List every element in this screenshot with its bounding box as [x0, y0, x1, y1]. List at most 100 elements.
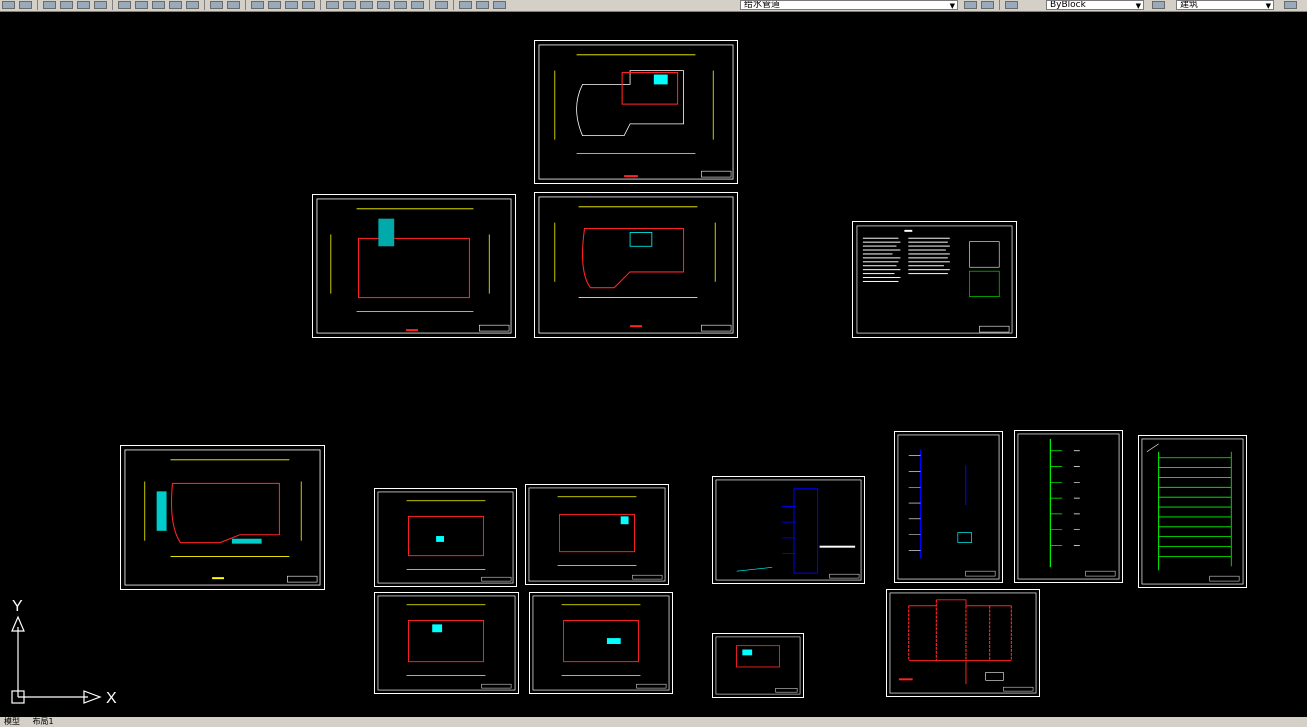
title-block — [979, 325, 1010, 333]
drawing-sheet-riser-diagram[interactable] — [712, 476, 865, 584]
zoom-window-icon[interactable] — [285, 1, 298, 9]
floor-branches — [1158, 457, 1232, 557]
block-editor-icon[interactable] — [186, 1, 199, 9]
drawing-sheet-floor-plan[interactable] — [534, 40, 738, 184]
plot-preview-icon[interactable] — [60, 1, 73, 9]
drawing-sheet-floor-plan[interactable] — [534, 192, 738, 338]
fixture-block — [629, 232, 653, 247]
drawing-sheet-floor-plan[interactable] — [120, 445, 325, 590]
layer-state-icon[interactable] — [476, 1, 489, 9]
tool-palettes-icon[interactable] — [360, 1, 373, 9]
fixture-block — [620, 516, 629, 525]
title-block — [775, 688, 798, 693]
zoom-previous-icon[interactable] — [302, 1, 315, 9]
make-current-layer-icon[interactable] — [964, 1, 977, 9]
pan-icon[interactable] — [251, 1, 264, 9]
drawing-sheet-floor-plan[interactable] — [374, 488, 517, 587]
fixture-block — [606, 638, 621, 644]
loop-pipes — [908, 599, 1012, 662]
drainage-riser-drawing — [1017, 433, 1120, 580]
dimension-style-icon[interactable] — [1284, 1, 1297, 9]
markup-icon[interactable] — [394, 1, 407, 9]
riser-diagram-drawing — [897, 434, 1000, 580]
legend-table — [969, 241, 1000, 268]
etransmit-icon[interactable] — [94, 1, 107, 9]
inner-frame — [377, 595, 516, 691]
notes-text-lines — [862, 237, 950, 282]
paste-icon[interactable] — [152, 1, 165, 9]
inner-frame — [1141, 438, 1244, 585]
fixture-block — [653, 74, 668, 85]
riser-pipes — [908, 599, 1012, 661]
publish-icon[interactable] — [77, 1, 90, 9]
linetype-icon[interactable] — [1005, 1, 1018, 9]
sheet-set-icon[interactable] — [377, 1, 390, 9]
level-labels — [1073, 450, 1080, 546]
ucs-x-label: X — [106, 690, 117, 707]
title-block — [1209, 575, 1240, 582]
branch-pipes — [1050, 450, 1063, 546]
style-dropdown[interactable]: 建筑 ▼ — [1176, 0, 1274, 10]
quickcalc-icon[interactable] — [411, 1, 424, 9]
title-block — [701, 170, 732, 178]
drawing-sheet-riser-diagram[interactable] — [894, 431, 1003, 583]
cut-icon[interactable] — [118, 1, 131, 9]
drawing-sheet-floor-plan[interactable] — [374, 592, 519, 694]
copy-icon[interactable] — [135, 1, 148, 9]
design-center-icon[interactable] — [343, 1, 356, 9]
inner-frame — [316, 198, 512, 334]
open-file-icon[interactable] — [19, 1, 32, 9]
toolbar-separator — [999, 0, 1000, 10]
redo-icon[interactable] — [227, 1, 240, 9]
zoom-realtime-icon[interactable] — [268, 1, 281, 9]
drawing-sheet-drainage-riser[interactable] — [1014, 430, 1123, 583]
inner-frame — [528, 487, 666, 582]
tab-layout-1[interactable]: 布局1 — [33, 717, 54, 726]
fixture-block — [742, 649, 753, 656]
toolbar-separator — [204, 0, 205, 10]
title-block — [287, 575, 318, 583]
floor-plan-drawing — [528, 487, 666, 582]
fixture-block — [432, 624, 443, 633]
drawing-sheet-floor-plan[interactable] — [312, 194, 516, 338]
toolbar-separator — [112, 0, 113, 10]
layer-visibility-icon[interactable] — [493, 1, 506, 9]
drawing-sheet-design-notes[interactable] — [852, 221, 1017, 338]
toolbar-separator — [37, 0, 38, 10]
drawing-sheet-drainage-system[interactable] — [1138, 435, 1247, 588]
style-dropdown-value: 建筑 — [1180, 0, 1199, 10]
drawing-sheet-floor-plan[interactable] — [529, 592, 673, 694]
detail-drawing — [715, 636, 801, 695]
floor-plan-drawing — [538, 196, 734, 334]
text-style-icon[interactable] — [1152, 1, 1165, 9]
undo-icon[interactable] — [210, 1, 223, 9]
sheet-title — [212, 577, 224, 580]
new-file-icon[interactable] — [2, 1, 15, 9]
annotation-text — [819, 545, 856, 548]
title-block — [701, 324, 732, 332]
layer-dropdown[interactable]: 给水管道 ▼ — [740, 0, 958, 10]
properties-icon[interactable] — [326, 1, 339, 9]
inner-frame — [124, 449, 321, 586]
toolbar-separator — [320, 0, 321, 10]
chevron-down-icon: ▼ — [949, 2, 955, 10]
match-properties-icon[interactable] — [169, 1, 182, 9]
inner-frame — [538, 44, 734, 180]
stair-block — [378, 218, 395, 247]
style-tools — [1150, 0, 1167, 10]
layer-manager-icon[interactable] — [459, 1, 472, 9]
sheet-title — [624, 175, 638, 178]
drawing-sheet-detail[interactable] — [712, 633, 804, 698]
linetype-dropdown[interactable]: ByBlock ▼ — [1046, 0, 1144, 10]
title-block — [636, 683, 667, 689]
title-block — [481, 576, 512, 582]
drawing-canvas[interactable]: Y X — [0, 12, 1307, 717]
floor-plan-drawing — [316, 198, 512, 334]
floor-plan-drawing — [538, 44, 734, 180]
help-icon[interactable] — [435, 1, 448, 9]
drawing-sheet-floor-plan[interactable] — [525, 484, 669, 585]
drawing-sheet-system-diagram[interactable] — [886, 589, 1040, 697]
print-icon[interactable] — [43, 1, 56, 9]
tab-model[interactable]: 模型 — [4, 717, 20, 726]
layer-previous-icon[interactable] — [981, 1, 994, 9]
